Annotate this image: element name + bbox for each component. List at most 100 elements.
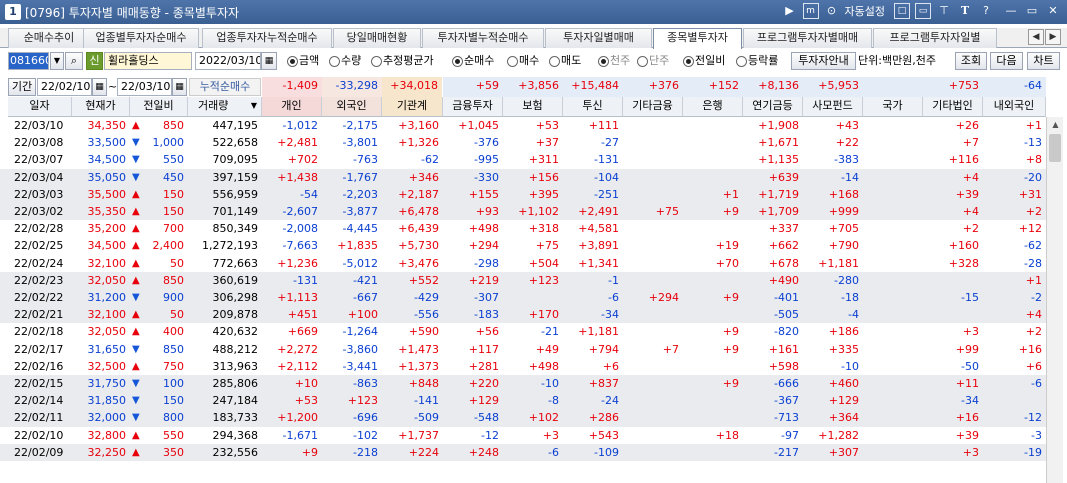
cell-insurance: +49: [535, 342, 559, 356]
from-date-input[interactable]: 22/02/10: [37, 78, 92, 96]
triangle-up-icon: ▲: [132, 240, 140, 252]
col-trust[interactable]: 투신: [563, 97, 623, 117]
pin-icon[interactable]: ⊤: [936, 3, 952, 19]
table-row[interactable]: 22/02/24 32,100 50 ▲ 772,663 +1,236 -5,012 +3,4…: [0, 255, 1046, 272]
close-icon[interactable]: ✕: [1045, 3, 1061, 19]
table-row[interactable]: 22/02/18 32,050 400 ▲ 420,632 +669 -1,264 +590 +…: [0, 323, 1046, 340]
font-size-icon[interactable]: T: [957, 3, 973, 19]
col-state[interactable]: 국가: [863, 97, 923, 117]
table-row[interactable]: 22/03/02 35,350 150 ▲ 701,149 -2,607 -3,877 +6,…: [0, 203, 1046, 221]
radio-single-shares[interactable]: 단주: [637, 53, 669, 69]
cell-domestic-foreign: +2: [1025, 325, 1042, 339]
col-insurance[interactable]: 보험: [503, 97, 563, 117]
col-pension[interactable]: 연기금등: [743, 97, 803, 117]
table-row[interactable]: 22/02/17 31,650 850 ▼ 488,212 +2,272 -3,860 +1,…: [0, 341, 1046, 358]
table-row[interactable]: 22/03/07 34,500 550 ▼ 709,095 +702 -763 -62 -995…: [0, 151, 1046, 168]
sort-down-icon[interactable]: ▼: [251, 97, 257, 115]
minimize-icon[interactable]: —: [1003, 3, 1019, 19]
col-fin-invest[interactable]: 금융투자: [443, 97, 503, 117]
tab-7[interactable]: 프로그램투자자별매매: [743, 28, 872, 48]
col-price[interactable]: 현재가: [72, 97, 130, 117]
table-row[interactable]: 22/02/21 32,100 50 ▲ 209,878 +451 +100 -556 -183…: [0, 306, 1046, 324]
table-row[interactable]: 22/02/25 34,500 2,400 ▲ 1,272,193 -7,663 +1,83…: [0, 237, 1046, 254]
tab-1[interactable]: 업종별투자자순매수: [83, 28, 199, 48]
to-date-input[interactable]: 22/03/10: [117, 78, 172, 96]
col-other-fin[interactable]: 기타금융: [623, 97, 683, 117]
table-row[interactable]: 22/03/04 35,050 450 ▼ 397,159 +1,438 -1,767 +34…: [0, 168, 1046, 186]
table-row[interactable]: 22/02/15 31,750 100 ▼ 285,806 +10 -863 +848 +220…: [0, 375, 1046, 393]
scroll-thumb[interactable]: [1049, 134, 1061, 162]
table-row[interactable]: 22/03/10 34,350 850 ▲ 447,195 -1,012 -2,175 +3,…: [0, 117, 1046, 134]
col-individual[interactable]: 개인: [262, 97, 322, 117]
table-row[interactable]: 22/03/08 33,500 1,000 ▼ 522,658 +2,481 -3,801 +…: [0, 134, 1046, 151]
radio-thousand-shares[interactable]: 천주: [598, 53, 630, 69]
query-button[interactable]: 조회: [955, 52, 987, 70]
tab-0[interactable]: 순매수추이: [8, 28, 90, 48]
chart-button[interactable]: 차트: [1027, 52, 1060, 70]
minimize-window-icon[interactable]: ▭: [915, 3, 931, 19]
radio-amount[interactable]: 금액: [287, 53, 319, 69]
restore-icon[interactable]: ▭: [1024, 3, 1040, 19]
autoset-label[interactable]: 자동설정: [845, 3, 885, 19]
cell-foreign: -102: [353, 428, 378, 442]
date-input[interactable]: 2022/03/10: [195, 52, 261, 70]
col-date[interactable]: 일자: [8, 97, 72, 117]
arrow-right-icon[interactable]: ▶: [782, 3, 798, 19]
tab-next-icon[interactable]: ▶: [1045, 29, 1061, 45]
radio-change-rate[interactable]: 등락률: [736, 53, 778, 69]
help-icon[interactable]: ?: [978, 3, 994, 19]
col-volume[interactable]: 거래량 ▼: [188, 97, 262, 117]
cell-state: [863, 289, 923, 306]
search-icon[interactable]: ⌕: [65, 52, 83, 70]
tab-4[interactable]: 투자자별누적순매수: [422, 28, 544, 48]
table-row[interactable]: 22/02/14 31,850 150 ▼ 247,184 +53 +123 -141 +129…: [0, 392, 1046, 410]
tab-8[interactable]: 프로그램투자자일별: [873, 28, 997, 48]
stock-code-input[interactable]: 081660: [8, 52, 49, 70]
radio-prev-diff[interactable]: 전일비: [683, 53, 725, 69]
code-dropdown-icon[interactable]: ▼: [50, 52, 64, 70]
tab-3[interactable]: 당일매매현황: [333, 28, 421, 48]
table-row[interactable]: 22/02/28 35,200 700 ▲ 850,349 -2,008 -4,445 +6,…: [0, 220, 1046, 237]
calendar-icon[interactable]: ▦: [261, 52, 277, 70]
radio-qty[interactable]: 수량: [329, 53, 361, 69]
cell-pension: +337: [768, 222, 799, 236]
col-institution[interactable]: 기관계: [382, 97, 443, 117]
tab-6[interactable]: 종목별투자자: [653, 28, 742, 49]
col-foreign[interactable]: 외국인: [322, 97, 382, 117]
scroll-up-icon[interactable]: ▲: [1047, 117, 1064, 132]
radio-avg-price[interactable]: 추정평균가: [371, 53, 434, 69]
cell-individual: +702: [287, 153, 318, 167]
window-mode-icon[interactable]: □: [894, 3, 910, 19]
autoset-icon[interactable]: ⊙: [824, 3, 840, 19]
memo-icon[interactable]: m: [802, 3, 819, 19]
next-button[interactable]: 다음: [990, 52, 1023, 70]
table-row[interactable]: 22/02/22 31,200 900 ▼ 306,298 +1,113 -667 -429 -…: [0, 289, 1046, 307]
col-domestic-foreign[interactable]: 내외국인: [983, 97, 1046, 117]
table-row[interactable]: 22/02/11 32,000 800 ▼ 183,733 +1,200 -696 -509 -…: [0, 409, 1046, 427]
col-private-fund[interactable]: 사모펀드: [803, 97, 863, 117]
tab-prev-icon[interactable]: ◀: [1028, 29, 1044, 45]
cell-institution: +5,730: [398, 239, 439, 253]
calendar-icon[interactable]: ▦: [172, 78, 187, 96]
cell-fin-invest: +248: [468, 445, 499, 459]
radio-net-buy[interactable]: 순매수: [452, 53, 494, 69]
cell-insurance: +3: [542, 428, 559, 442]
table-row[interactable]: 22/02/10 32,800 550 ▲ 294,368 -1,671 -102 +1,73…: [0, 427, 1046, 444]
cell-other-corp: +160: [948, 239, 979, 253]
radio-buy[interactable]: 매수: [507, 53, 539, 69]
vertical-scrollbar[interactable]: ▲: [1046, 117, 1063, 483]
investor-info-button[interactable]: 투자자안내: [791, 52, 856, 70]
col-bank[interactable]: 은행: [683, 97, 743, 117]
tab-5[interactable]: 투자자일별매매: [545, 28, 652, 48]
table-row[interactable]: 22/02/23 32,050 850 ▲ 360,619 -131 -421 +552 +21…: [0, 271, 1046, 289]
calendar-icon[interactable]: ▦: [92, 78, 107, 96]
table-row[interactable]: 22/02/09 32,250 350 ▲ 232,556 +9 -218 +224 +248 -…: [0, 443, 1046, 461]
radio-sell[interactable]: 매도: [549, 53, 581, 69]
cell-date: 22/02/21: [14, 308, 64, 322]
table-row[interactable]: 22/03/03 35,500 150 ▲ 556,959 -54 -2,203 +2,187…: [0, 185, 1046, 203]
table-row[interactable]: 22/02/16 32,500 750 ▲ 313,963 +2,112 -3,441 +1,…: [0, 358, 1046, 375]
cumulative-net-buy-label: 누적순매수: [189, 78, 261, 96]
col-other-corp[interactable]: 기타법인: [923, 97, 983, 117]
tab-2[interactable]: 업종투자자누적순매수: [202, 28, 332, 48]
col-change[interactable]: 전일비: [130, 97, 188, 117]
